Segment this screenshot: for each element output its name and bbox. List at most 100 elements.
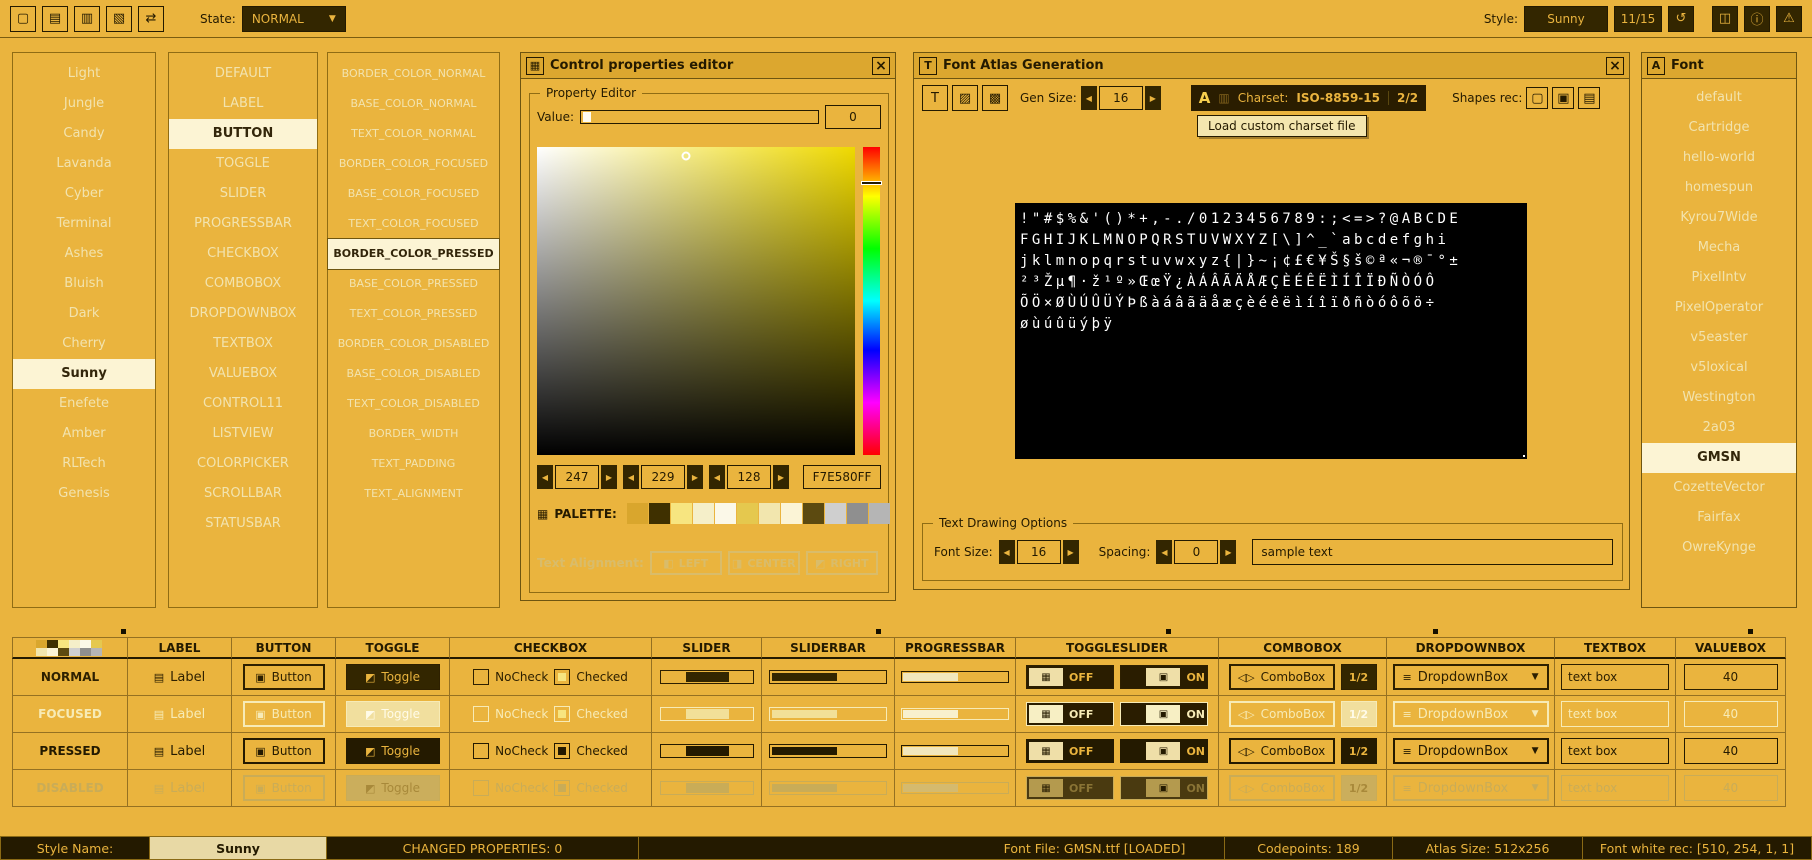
style-name-button[interactable]: Sunny xyxy=(1524,6,1608,32)
value-box[interactable]: 0 xyxy=(825,105,881,129)
font-size-increment[interactable]: ▶ xyxy=(1063,540,1079,564)
control-type-item[interactable]: LISTVIEW xyxy=(169,419,317,449)
property-list-item[interactable]: TEXT_ALIGNMENT xyxy=(328,479,499,509)
align-center-button[interactable]: ◨ CENTER xyxy=(728,551,800,575)
style-list-item[interactable]: Genesis xyxy=(13,479,155,509)
sliderbar-sample[interactable] xyxy=(769,670,887,684)
toggleslider-off[interactable]: ▦OFF xyxy=(1026,702,1114,726)
green-decrement-button[interactable]: ◀ xyxy=(623,465,639,489)
slider-sample[interactable] xyxy=(660,744,754,758)
spacing-value[interactable]: 0 xyxy=(1174,540,1218,564)
green-value[interactable]: 229 xyxy=(641,465,685,489)
property-list-item[interactable]: BASE_COLOR_DISABLED xyxy=(328,359,499,389)
blue-increment-button[interactable]: ▶ xyxy=(773,465,789,489)
shapes-rec-button-1[interactable]: ▢ xyxy=(1526,87,1548,109)
red-increment-button[interactable]: ▶ xyxy=(601,465,617,489)
sliderbar-sample[interactable] xyxy=(769,744,887,758)
combobox-sample[interactable]: ◁▷ComboBox xyxy=(1229,664,1335,690)
property-list-item[interactable]: BASE_COLOR_FOCUSED xyxy=(328,179,499,209)
font-list-item[interactable]: Kyrou7Wide xyxy=(1642,203,1796,233)
toggle-knob[interactable]: ▣ xyxy=(1146,705,1180,723)
slider-handle[interactable] xyxy=(686,746,728,756)
hue-bar[interactable] xyxy=(863,147,880,455)
palette-swatch[interactable] xyxy=(825,503,846,524)
button-sample[interactable]: ▣Button xyxy=(243,701,325,727)
spacing-decrement[interactable]: ◀ xyxy=(1156,540,1172,564)
font-list-item[interactable]: default xyxy=(1642,83,1796,113)
slider-sample[interactable] xyxy=(660,707,754,721)
font-list-item[interactable]: Fairfax xyxy=(1642,503,1796,533)
palette-swatch[interactable] xyxy=(649,503,670,524)
style-list-item[interactable]: Dark xyxy=(13,299,155,329)
color-picker-panel[interactable] xyxy=(537,147,855,455)
red-decrement-button[interactable]: ◀ xyxy=(537,465,553,489)
toggleslider-on[interactable]: ▣ON xyxy=(1120,665,1208,689)
toggle-knob[interactable]: ▣ xyxy=(1146,668,1180,686)
shapes-rec-button-3[interactable]: ▤ xyxy=(1578,87,1600,109)
font-size-decrement[interactable]: ◀ xyxy=(999,540,1015,564)
charset-value[interactable]: ISO-8859-15 xyxy=(1296,91,1380,105)
font-list-item[interactable]: 2a03 xyxy=(1642,413,1796,443)
combobox-count[interactable]: 1/2 xyxy=(1341,664,1377,690)
load-charset-button[interactable]: ▥ xyxy=(1218,91,1229,105)
control-type-item[interactable]: PROGRESSBAR xyxy=(169,209,317,239)
style-list-item[interactable]: Terminal xyxy=(13,209,155,239)
textbox-sample[interactable]: text box xyxy=(1561,738,1669,764)
export-atlas-button[interactable]: ▩ xyxy=(982,85,1008,111)
checkbox-box[interactable] xyxy=(473,669,489,685)
textbox-sample[interactable]: text box xyxy=(1561,664,1669,690)
checkbox-box[interactable] xyxy=(473,743,489,759)
align-right-button[interactable]: ◩ RIGHT xyxy=(806,551,878,575)
font-list-item[interactable]: homespun xyxy=(1642,173,1796,203)
style-list-item[interactable]: Lavanda xyxy=(13,149,155,179)
prop-close-button[interactable]: × xyxy=(872,57,890,75)
style-list-item[interactable]: Bluish xyxy=(13,269,155,299)
control-type-item[interactable]: VALUEBOX xyxy=(169,359,317,389)
style-list-item[interactable]: Cyber xyxy=(13,179,155,209)
align-left-button[interactable]: ◧ LEFT xyxy=(650,551,722,575)
control-type-item[interactable]: LABEL xyxy=(169,89,317,119)
control-type-item[interactable]: DEFAULT xyxy=(169,59,317,89)
combobox-count[interactable]: 1/2 xyxy=(1341,738,1377,764)
property-list-item[interactable]: BASE_COLOR_NORMAL xyxy=(328,89,499,119)
textbox-sample[interactable]: text box xyxy=(1561,701,1669,727)
palette-swatch[interactable] xyxy=(847,503,868,524)
open-style-button[interactable]: ▤ xyxy=(42,6,68,32)
style-list-item[interactable]: Amber xyxy=(13,419,155,449)
palette-swatch[interactable] xyxy=(671,503,692,524)
charset-page-button[interactable]: 2/2 xyxy=(1388,91,1418,105)
control-type-item[interactable]: TEXTBOX xyxy=(169,329,317,359)
gen-size-value[interactable]: 16 xyxy=(1099,86,1143,110)
prop-window-titlebar[interactable]: ▦ Control properties editor × xyxy=(521,53,895,79)
font-list-item[interactable]: Mecha xyxy=(1642,233,1796,263)
style-list-item[interactable]: Cherry xyxy=(13,329,155,359)
hex-value-box[interactable]: F7E580FF xyxy=(803,465,881,489)
value-slider[interactable] xyxy=(580,110,819,124)
save-style-button[interactable]: ▥ xyxy=(74,6,100,32)
toggleslider-off[interactable]: ▦OFF xyxy=(1026,665,1114,689)
palette-swatch[interactable] xyxy=(759,503,780,524)
font-list-item[interactable]: GMSN xyxy=(1642,443,1796,473)
state-dropdown[interactable]: NORMAL ▼ xyxy=(242,6,346,32)
font-list-item[interactable]: v5easter xyxy=(1642,323,1796,353)
font-list-item[interactable]: v5loxical xyxy=(1642,353,1796,383)
sample-text-input[interactable]: sample text xyxy=(1252,539,1613,565)
blue-value[interactable]: 128 xyxy=(727,465,771,489)
slider-handle[interactable] xyxy=(686,672,728,682)
font-list-item[interactable]: OwreKynge xyxy=(1642,533,1796,563)
font-list-item[interactable]: Cartridge xyxy=(1642,113,1796,143)
load-font-button[interactable]: ▨ xyxy=(952,85,978,111)
red-value[interactable]: 247 xyxy=(555,465,599,489)
random-style-button[interactable]: ⇄ xyxy=(138,6,164,32)
control-type-item[interactable]: CONTROL11 xyxy=(169,389,317,419)
control-type-item[interactable]: SCROLLBAR xyxy=(169,479,317,509)
font-size-value[interactable]: 16 xyxy=(1017,540,1061,564)
toggle-sample[interactable]: ◩Toggle xyxy=(346,664,440,690)
font-list-item[interactable]: CozetteVector xyxy=(1642,473,1796,503)
checkbox-checked[interactable]: Checked xyxy=(554,743,628,759)
palette-swatch[interactable] xyxy=(693,503,714,524)
toggle-sample[interactable]: ◩Toggle xyxy=(346,738,440,764)
font-list-item[interactable]: hello-world xyxy=(1642,143,1796,173)
property-list-item[interactable]: BORDER_COLOR_PRESSED xyxy=(328,239,499,269)
combobox-sample[interactable]: ◁▷ComboBox xyxy=(1229,701,1335,727)
